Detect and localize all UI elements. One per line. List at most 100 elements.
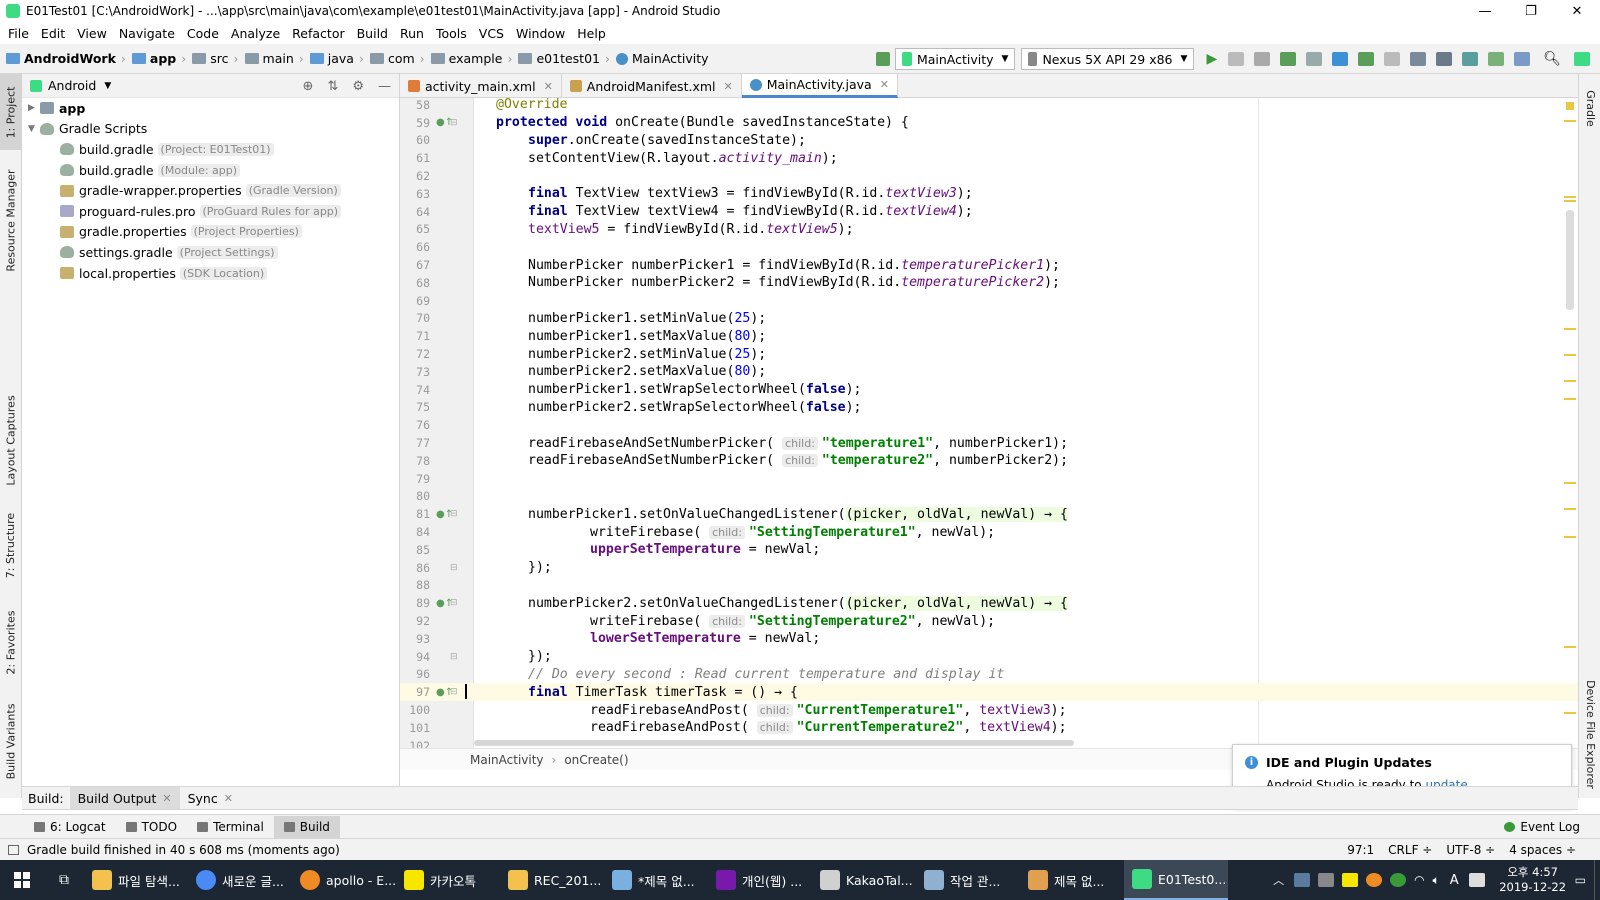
- assistant-icon[interactable]: [1574, 52, 1590, 66]
- close-tab-icon[interactable]: ✕: [162, 792, 171, 805]
- error-stripe-mark[interactable]: [1564, 200, 1576, 202]
- breadcrumb-class[interactable]: MainActivity: [470, 753, 544, 767]
- menu-vcs[interactable]: VCS: [473, 26, 510, 41]
- error-stripe-mark[interactable]: [1564, 536, 1576, 538]
- menu-refactor[interactable]: Refactor: [286, 26, 350, 41]
- menu-analyze[interactable]: Analyze: [225, 26, 286, 41]
- avd-manager-icon[interactable]: [1488, 52, 1505, 66]
- menu-help[interactable]: Help: [571, 26, 612, 41]
- taskbar-app-chrome[interactable]: 새로운 글...: [188, 860, 292, 900]
- tab-sync[interactable]: Sync ✕: [180, 787, 241, 809]
- fold-icon[interactable]: ⊟: [450, 687, 464, 697]
- taskbar-app-rec[interactable]: REC_201...: [500, 860, 604, 900]
- menu-navigate[interactable]: Navigate: [113, 26, 181, 41]
- volume-icon[interactable]: 🔈︎: [1433, 873, 1440, 888]
- menu-file[interactable]: File: [2, 26, 35, 41]
- display-icon[interactable]: [1294, 873, 1311, 887]
- chevron-up-icon[interactable]: ︿: [1273, 872, 1284, 888]
- tree-item-app[interactable]: ▶ app: [22, 98, 399, 119]
- project-view-select[interactable]: Android: [48, 78, 96, 93]
- make-project-icon[interactable]: [875, 52, 890, 66]
- notification-center-icon[interactable]: ▭: [1575, 873, 1586, 887]
- chevron-down-icon[interactable]: ▼: [104, 81, 111, 91]
- breadcrumb-java[interactable]: java ›: [309, 51, 364, 66]
- expand-arrow-icon[interactable]: ▶: [28, 103, 40, 113]
- stop-icon[interactable]: [1384, 52, 1401, 66]
- menu-build[interactable]: Build: [351, 26, 394, 41]
- taskbar-app-explorer[interactable]: 파일 탐색...: [84, 860, 188, 900]
- error-stripe-mark[interactable]: [1564, 712, 1576, 714]
- error-stripe-mark[interactable]: [1564, 398, 1576, 400]
- tree-item-gradle-wrapper[interactable]: gradle-wrapper.properties (Gradle Version…: [22, 180, 399, 201]
- fold-icon[interactable]: ⊟: [450, 563, 464, 573]
- tree-item-gradle-scripts[interactable]: ▼ Gradle Scripts: [22, 119, 399, 140]
- tab-favorites[interactable]: 2: Favorites: [0, 604, 22, 680]
- menu-window[interactable]: Window: [510, 26, 571, 41]
- error-stripe-mark[interactable]: [1564, 328, 1576, 330]
- error-stripe-mark[interactable]: [1564, 482, 1576, 484]
- fold-icon[interactable]: ⊟: [450, 598, 464, 608]
- search-icon[interactable]: 🔍︎: [1543, 51, 1561, 67]
- todo-button[interactable]: TODO: [116, 816, 187, 838]
- breadcrumb-src[interactable]: src ›: [192, 51, 239, 66]
- tree-item-build-gradle-project[interactable]: build.gradle (Project: E01Test01): [22, 139, 399, 160]
- close-tab-icon[interactable]: ✕: [880, 78, 889, 91]
- collapse-arrow-icon[interactable]: ▼: [28, 124, 40, 134]
- vertical-scrollbar[interactable]: [1566, 210, 1574, 310]
- close-tab-icon[interactable]: ✕: [544, 80, 553, 93]
- override-marker-icon[interactable]: ●↑: [436, 117, 453, 128]
- taskbar-app-apollo[interactable]: apollo - E...: [292, 860, 396, 900]
- file-encoding[interactable]: UTF-8 ÷: [1446, 843, 1495, 857]
- line-separator[interactable]: CRLF ÷: [1388, 843, 1432, 857]
- taskbar-app-paint[interactable]: 제목 없...: [1020, 860, 1124, 900]
- device-select[interactable]: Nexus 5X API 29 x86 ▼: [1021, 48, 1195, 70]
- code-editor[interactable]: 58 @Override 59 ●↑ ⊟ protected void onCreate…: [400, 98, 1578, 758]
- tree-item-local-properties[interactable]: local.properties (SDK Location): [22, 263, 399, 284]
- ime-indicator[interactable]: A: [1450, 873, 1459, 888]
- terminal-button[interactable]: Terminal: [187, 816, 274, 838]
- sync-gradle-icon[interactable]: [1462, 52, 1479, 66]
- error-stripe-mark[interactable]: [1564, 354, 1576, 356]
- breadcrumb-mainactivity[interactable]: MainActivity: [615, 51, 709, 66]
- menu-edit[interactable]: Edit: [35, 26, 71, 41]
- override-marker-icon[interactable]: ●↑: [436, 509, 453, 520]
- tab-device-file-explorer[interactable]: Device File Explorer: [1579, 674, 1600, 794]
- debug-icon[interactable]: [1280, 52, 1297, 66]
- network-adapter-icon[interactable]: [1318, 873, 1335, 887]
- locate-icon[interactable]: ⊕: [303, 79, 314, 94]
- tree-item-build-gradle-module[interactable]: build.gradle (Module: app): [22, 160, 399, 181]
- run-icon[interactable]: ▶: [1206, 51, 1217, 67]
- tab-gradle[interactable]: Gradle: [1579, 80, 1600, 136]
- menu-tools[interactable]: Tools: [430, 26, 473, 41]
- tree-item-proguard[interactable]: proguard-rules.pro (ProGuard Rules for ap…: [22, 201, 399, 222]
- collapse-all-icon[interactable]: ⇅: [327, 79, 338, 94]
- coverage-icon[interactable]: [1306, 52, 1323, 66]
- fold-icon[interactable]: ⊟: [450, 118, 464, 128]
- error-stripe-mark[interactable]: [1564, 646, 1576, 648]
- breadcrumb-method[interactable]: onCreate(): [564, 753, 628, 767]
- warning-indicator-icon[interactable]: [1566, 102, 1574, 110]
- clock[interactable]: 오후 4:57 2019-12-22: [1495, 865, 1571, 895]
- close-button[interactable]: ✕: [1554, 0, 1600, 22]
- tab-structure[interactable]: 7: Structure: [0, 510, 22, 580]
- fold-icon[interactable]: ⊟: [450, 652, 464, 662]
- error-stripe-mark[interactable]: [1564, 380, 1576, 382]
- event-log-button[interactable]: Event Log: [1494, 816, 1590, 838]
- taskbar-app-task-manager[interactable]: 작업 관...: [916, 860, 1020, 900]
- breadcrumb-androidwork[interactable]: AndroidWork ›: [6, 51, 126, 66]
- indent-setting[interactable]: 4 spaces ÷: [1509, 843, 1576, 857]
- status-panel-icon[interactable]: [8, 844, 19, 855]
- minimize-panel-icon[interactable]: —: [378, 79, 391, 94]
- search-tray-icon[interactable]: [1366, 873, 1383, 887]
- project-structure-icon[interactable]: [1410, 52, 1427, 66]
- error-stripe-mark[interactable]: [1564, 196, 1576, 198]
- tab-android-manifest[interactable]: AndroidManifest.xml ✕: [562, 74, 742, 98]
- shield-icon[interactable]: [1390, 873, 1407, 887]
- build-button[interactable]: Build: [273, 815, 340, 838]
- ime-mode-icon[interactable]: [1468, 873, 1485, 887]
- logcat-button[interactable]: 6: Logcat: [24, 816, 116, 838]
- breadcrumb-com[interactable]: com ›: [369, 51, 425, 66]
- apply-changes-icon[interactable]: [1228, 52, 1245, 66]
- override-marker-icon[interactable]: ●↑: [436, 687, 453, 698]
- close-tab-icon[interactable]: ✕: [224, 792, 233, 805]
